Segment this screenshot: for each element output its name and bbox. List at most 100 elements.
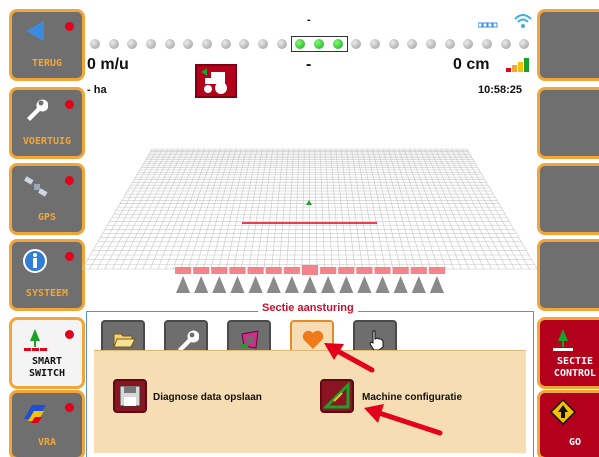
status-led [65,330,74,339]
section-segment [301,265,319,275]
top-marker: - [307,14,311,26]
satellite-icon [24,176,48,197]
tractor-icon [201,68,227,94]
section-segment [320,267,337,274]
nozzle-triangle [357,276,372,293]
lightbar-dot [108,39,119,49]
lightbar-dot [202,39,212,49]
system-button-label: SYSTEEM [25,288,69,299]
clock: 10:58:25 [478,84,523,96]
signal-quality-icon [478,22,498,28]
save-disk-icon [119,385,141,407]
section-segment [410,267,427,274]
lightbar-dot [370,39,380,49]
center-readout: - [306,56,312,73]
section-switch-icon [24,329,47,351]
lightbar-center-box [291,36,349,52]
lightbar-dot [519,39,530,49]
arrow-head [364,404,384,423]
status-led [65,403,74,412]
field-view [82,148,537,293]
section-segment [265,267,282,274]
gps-button-label: GPS [37,212,57,223]
go-button[interactable]: GO [537,390,599,457]
vehicle-status-button[interactable] [195,64,237,98]
lightbar-dot [276,39,287,49]
section-segment [356,267,373,274]
nozzle-triangle [266,276,281,293]
nozzle-triangle [284,276,299,293]
lightbar-dot [500,39,511,49]
system-button[interactable]: SYSTEEM [9,239,85,311]
lightbar-dot [407,39,418,49]
lightbar-dot [127,39,138,49]
annotation-arrows [324,343,443,436]
right-softkey-2[interactable] [537,87,599,159]
tractor-position-marker [306,200,312,205]
wifi-icon [514,14,532,28]
area-readout: - ha [87,84,107,96]
gps-button[interactable]: GPS [9,163,85,235]
vra-button[interactable]: VRA [9,390,85,457]
go-arrow-icon [550,399,576,425]
lightbar-dot [90,39,100,49]
nozzle-triangle [375,276,390,293]
section-control-button[interactable]: SECTIE CONTROL [537,317,599,389]
wrench-icon [27,99,48,121]
offset-readout: 0 cm [453,56,490,73]
lightbar-dot [164,39,175,49]
wrench-icon [178,330,199,352]
vra-map-icon [24,405,46,423]
right-softkey-4[interactable] [537,239,599,311]
arrow-to-machine-config [373,409,443,436]
right-softkey-3[interactable] [537,163,599,235]
section-segment [392,267,409,274]
right-softkey-1[interactable] [537,9,599,81]
speed-readout: 0 m/u [87,56,129,73]
signal-strength-icon [506,58,529,72]
status-led [65,176,74,185]
vehicle-button-label: VOERTUIG [22,136,72,147]
section-control-label: SECTIE CONTROL [553,356,597,379]
lightbar-dot [146,39,156,49]
nozzle-triangle [411,276,426,293]
section-segment [211,267,228,274]
panel-title: Sectie aansturing [258,302,358,314]
lightbar [87,36,535,52]
section-segment [283,267,300,274]
lightbar-dot [482,39,492,49]
smart-switch-button[interactable]: SMART SWITCH [9,317,85,389]
section-segment [428,267,445,274]
section-segment [374,267,391,274]
nozzle-triangle [339,276,354,293]
lightbar-dot [239,39,250,49]
lightbar-dot [220,39,231,49]
save-diagnostics-label: Diagnose data opslaan [153,392,262,403]
status-led [65,252,74,261]
vehicle-button[interactable]: VOERTUIG [9,87,85,159]
lightbar-dot [183,39,194,49]
nozzle-triangle [248,276,263,293]
folder-open-icon [113,333,136,348]
section-segment [193,267,210,274]
nozzle-triangle [212,276,227,293]
nozzle-triangle [393,276,408,293]
nozzle-triangle [429,276,444,293]
boundary-icon [241,330,259,349]
back-arrow-icon [26,21,44,41]
section-control-icon [553,329,573,351]
back-button[interactable]: TERUG [9,9,85,81]
go-button-label: GO [568,437,582,448]
lightbar-dot [444,39,455,49]
info-icon [23,249,47,273]
save-diagnostics-button[interactable] [113,379,147,413]
section-segment [338,267,355,274]
lightbar-dot [258,39,268,49]
nozzle-triangle [230,276,245,293]
status-led [65,100,74,109]
section-segment [247,267,264,274]
lightbar-dot [351,39,362,49]
lightbar-dot [426,39,436,49]
section-segment [229,267,246,274]
nozzle-triangle [302,276,318,293]
